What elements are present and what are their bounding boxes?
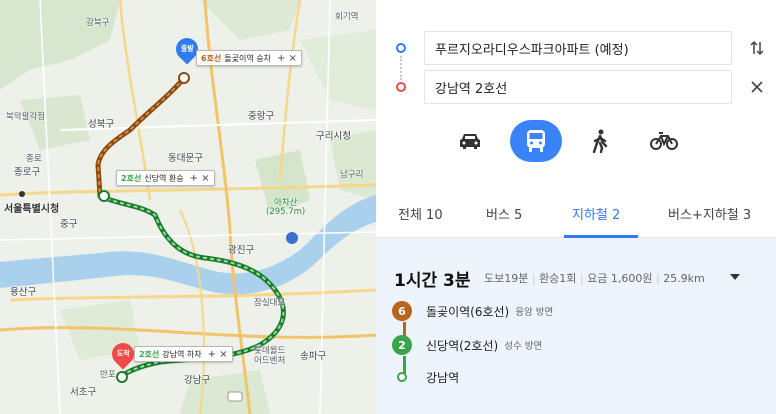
map-label-songpa: 송파구 [300, 351, 327, 362]
map-label-seocho: 서초구 [70, 387, 97, 398]
route-duration: 1시간 3분 [394, 271, 471, 291]
mode-car-button[interactable] [444, 120, 496, 162]
callout-text: 강남역 하차 [162, 349, 202, 359]
directions-panel: 푸르지오라디우스파크아파트 (예정) 강남역 2호선 전체 10 버스 5 지하… [376, 0, 776, 414]
tab-subway[interactable]: 지하철 2 [572, 204, 620, 223]
route-step[interactable]: 강남역 [392, 366, 459, 388]
route-result-card[interactable]: 1시간 3분 도보19분 | 환승1회 | 요금 1,600원 | 25.9km… [376, 238, 776, 414]
callout-controls[interactable]: + × [277, 53, 297, 64]
map-label-guri: 구리시청 [316, 131, 351, 142]
map-view[interactable]: 강북구 회기역 북악팔각정 성북구 종로 종로구 서울특별시청 중구 동대문구 … [0, 0, 376, 414]
line-2-badge: 2 [392, 335, 412, 355]
callout-text: 신당역 환승 [144, 173, 184, 183]
map-label-jongno-gu: 종로구 [14, 167, 41, 178]
map-label-gangnam: 강남구 [184, 375, 211, 386]
bus-icon [527, 130, 545, 152]
station-name: 신당역(2호선) [426, 338, 499, 353]
expand-chevron-down-icon[interactable] [730, 274, 740, 280]
destination-station-icon [397, 372, 407, 382]
origin-input[interactable]: 푸르지오라디우스파크아파트 (예정) [424, 31, 732, 65]
map-label-banpo: 반포 [100, 370, 116, 380]
station-direction: 응암 방면 [515, 307, 554, 318]
tab-bus-subway[interactable]: 버스+지하철 3 [668, 204, 751, 223]
route-summary: 도보19분 | 환승1회 | 요금 1,600원 | 25.9km [484, 272, 705, 285]
station-name: 돌곶이역(6호선) [426, 304, 510, 319]
line-6-badge: 6 [392, 301, 412, 321]
mode-transit-button[interactable] [510, 120, 562, 162]
route-type-tabs: 전체 10 버스 5 지하철 2 버스+지하철 3 [376, 186, 776, 238]
map-label-achasan-height: (295.7m) [266, 207, 306, 217]
callout-controls[interactable]: + × [190, 173, 210, 184]
route-step[interactable]: 2 신당역(2호선) 성수 방면 [392, 334, 542, 356]
tab-all[interactable]: 전체 10 [398, 204, 443, 223]
map-label-jamsil-bridge: 잠실대교 [254, 298, 286, 308]
fare: 요금 1,600원 [587, 272, 653, 285]
map-label-namguri: 남구리 [340, 170, 364, 180]
callout-transfer[interactable]: 2호선 신당역 환승 + × [116, 170, 215, 186]
destination-input[interactable]: 강남역 2호선 [424, 70, 732, 104]
mode-walk-button[interactable] [574, 120, 626, 162]
callout-text: 돌곶이역 승차 [224, 53, 271, 63]
callout-controls[interactable]: + × [208, 349, 228, 360]
transfer-count: 환승1회 [539, 272, 577, 285]
station-name: 강남역 [426, 370, 460, 385]
route-step[interactable]: 6 돌곶이역(6호선) 응암 방면 [392, 300, 553, 322]
mode-bike-button[interactable] [638, 120, 690, 162]
map-label-jongno: 종로 [26, 154, 42, 164]
destination-dot-icon [396, 82, 406, 92]
map-label-seongbuk: 성북구 [88, 119, 115, 130]
origin-dot-icon [396, 43, 406, 53]
tab-bus[interactable]: 버스 5 [486, 204, 522, 223]
callout-alighting[interactable]: 2호선 강남역 하차 + × [134, 346, 233, 362]
map-label-bukak: 북악팔각정 [6, 112, 46, 122]
callout-boarding[interactable]: 6호선 돌곶이역 승차 + × [196, 50, 302, 66]
swap-icon[interactable] [748, 39, 766, 57]
car-icon [460, 134, 480, 149]
bike-icon [650, 132, 678, 150]
map-label-yongsan: 용산구 [10, 287, 37, 298]
map-label-city-hall: 서울특별시청 [4, 204, 60, 215]
map-label-gwangjin: 광진구 [228, 245, 255, 256]
callout-line-label: 6호선 [201, 53, 222, 63]
callout-line-label: 2호선 [121, 173, 142, 183]
callout-line-label: 2호선 [139, 349, 160, 359]
map-label-dongdaemun: 동대문구 [168, 153, 203, 164]
destination-row: 강남역 2호선 [376, 69, 776, 105]
map-label-hoegi: 회기역 [335, 12, 359, 22]
origin-row: 푸르지오라디우스파크아파트 (예정) [376, 30, 776, 66]
map-label-jung-gu: 중구 [60, 219, 78, 230]
station-direction: 성수 방면 [504, 341, 543, 352]
distance: 25.9km [663, 272, 705, 285]
transport-modes [376, 120, 776, 166]
map-label-lotte-2: 어드벤처 [254, 356, 286, 366]
walk-time: 도보19분 [484, 272, 529, 285]
walk-icon [592, 129, 608, 153]
map-label-jungnang: 중랑구 [248, 111, 275, 122]
map-label-gangbuk: 강북구 [86, 18, 110, 28]
route-app: 강북구 회기역 북악팔각정 성북구 종로 종로구 서울특별시청 중구 동대문구 … [0, 0, 776, 414]
close-icon[interactable] [748, 78, 766, 96]
